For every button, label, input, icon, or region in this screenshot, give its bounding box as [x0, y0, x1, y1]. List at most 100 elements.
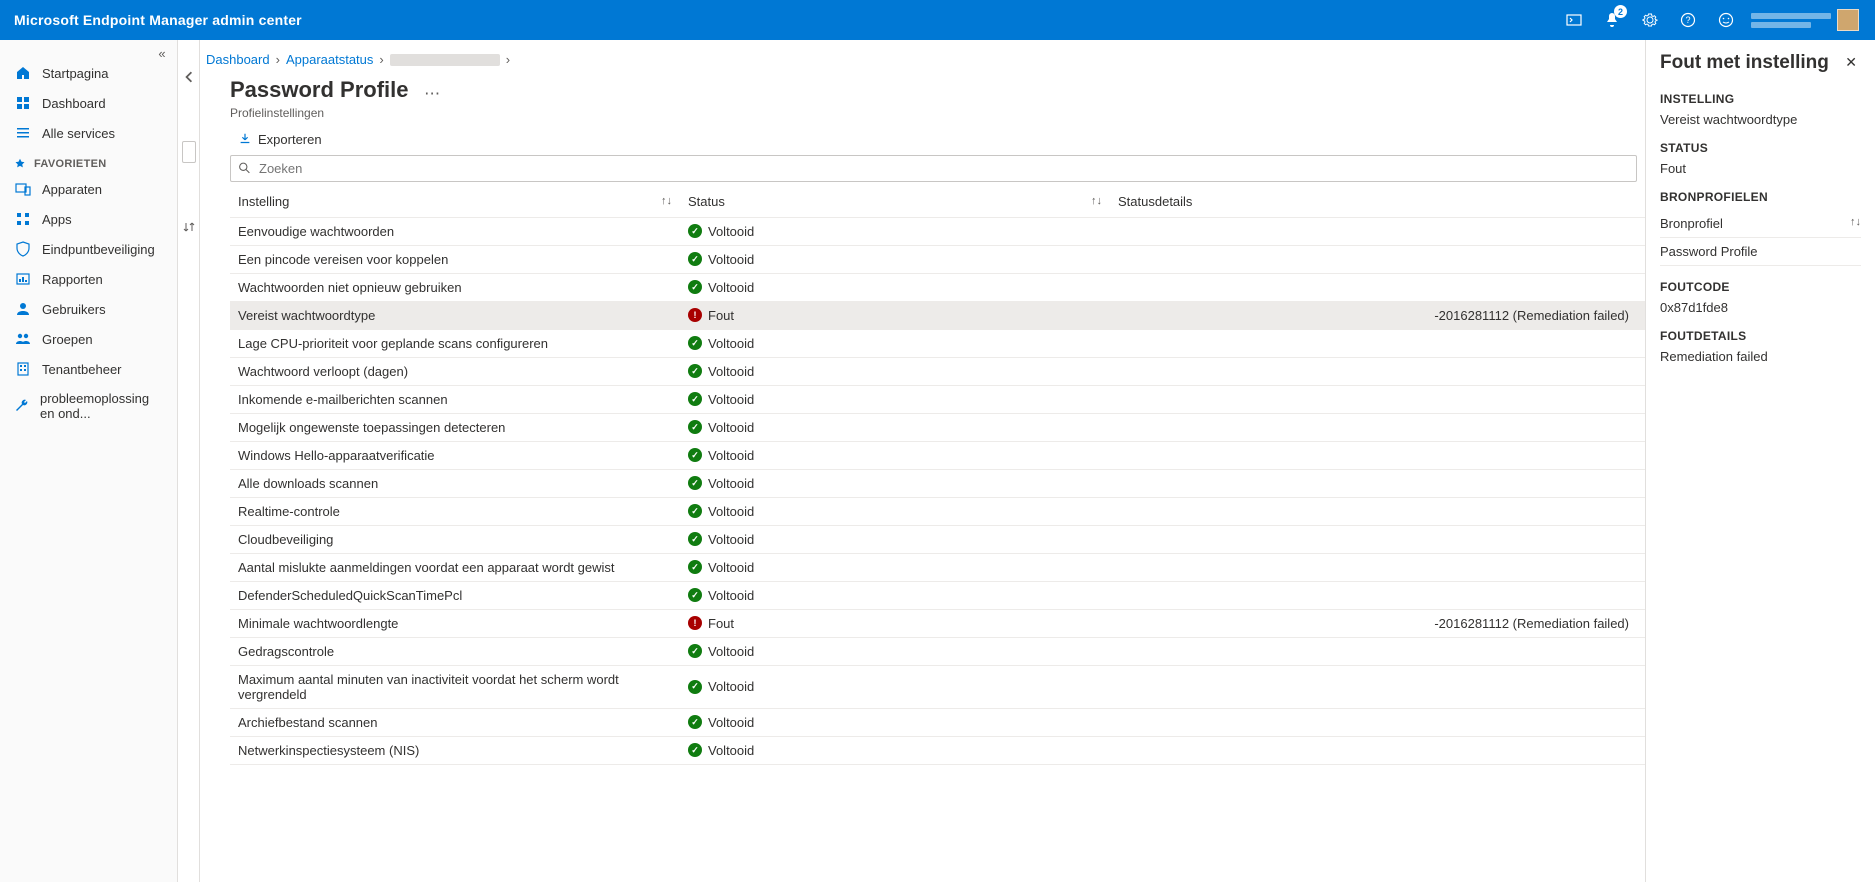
- success-icon: ✓: [688, 336, 702, 350]
- table-row[interactable]: Cloudbeveiliging✓Voltooid: [230, 525, 1645, 553]
- table-row[interactable]: Eenvoudige wachtwoorden✓Voltooid: [230, 217, 1645, 245]
- sidebar-item-apparaten[interactable]: Apparaten: [0, 174, 177, 204]
- feedback-icon[interactable]: [1713, 7, 1739, 33]
- sidebar-collapse-toggle[interactable]: «: [153, 44, 171, 62]
- cell-statusdetails: [1110, 637, 1645, 665]
- sidebar-item-rapporten[interactable]: Rapporten: [0, 264, 177, 294]
- table-row[interactable]: Windows Hello-apparaatverificatie✓Voltoo…: [230, 441, 1645, 469]
- table-row[interactable]: Gedragscontrole✓Voltooid: [230, 637, 1645, 665]
- avatar: [1837, 9, 1859, 31]
- settings-table: Instelling↑↓ Status↑↓ Statusdetails Eenv…: [230, 186, 1645, 765]
- detail-status-value: Fout: [1660, 161, 1861, 176]
- cell-instelling: Archiefbestand scannen: [230, 708, 680, 736]
- detail-foutcode-value: 0x87d1fde8: [1660, 300, 1861, 315]
- table-row[interactable]: Mogelijk ongewenste toepassingen detecte…: [230, 413, 1645, 441]
- notification-count: 2: [1614, 5, 1627, 18]
- error-icon: !: [688, 616, 702, 630]
- column-header-instelling[interactable]: Instelling↑↓: [230, 186, 680, 218]
- status-label: Voltooid: [708, 224, 754, 239]
- search-input[interactable]: [230, 155, 1637, 182]
- blade-sort-button[interactable]: [180, 218, 198, 236]
- sidebar-item-label: Gebruikers: [42, 302, 106, 317]
- success-icon: ✓: [688, 420, 702, 434]
- detail-panel: Fout met instelling ✕ INSTELLING Vereist…: [1645, 40, 1875, 882]
- sidebar-item-startpagina[interactable]: Startpagina: [0, 58, 177, 88]
- sidebar-item-probleemoplossing[interactable]: probleemoplossing en ond...: [0, 384, 177, 428]
- table-row[interactable]: Minimale wachtwoordlengte!Fout-201628111…: [230, 609, 1645, 637]
- sort-icon[interactable]: ↑↓: [1850, 216, 1861, 231]
- cloud-shell-icon[interactable]: [1561, 7, 1587, 33]
- cell-status: ✓Voltooid: [680, 441, 1110, 469]
- cell-instelling: Mogelijk ongewenste toepassingen detecte…: [230, 413, 680, 441]
- cell-statusdetails: [1110, 441, 1645, 469]
- help-icon[interactable]: ?: [1675, 7, 1701, 33]
- column-header-statusdetails[interactable]: Statusdetails: [1110, 186, 1645, 218]
- main-content: Dashboard › Apparaatstatus › › Password …: [200, 40, 1875, 882]
- blade-collapse-column: [178, 40, 200, 882]
- cell-statusdetails: [1110, 329, 1645, 357]
- settings-icon[interactable]: [1637, 7, 1663, 33]
- table-row[interactable]: Vereist wachtwoordtype!Fout-2016281112 (…: [230, 301, 1645, 329]
- cell-status: ✓Voltooid: [680, 469, 1110, 497]
- table-row[interactable]: Archiefbestand scannen✓Voltooid: [230, 708, 1645, 736]
- cell-status: ✓Voltooid: [680, 357, 1110, 385]
- status-label: Voltooid: [708, 560, 754, 575]
- sidebar-item-gebruikers[interactable]: Gebruikers: [0, 294, 177, 324]
- close-icon[interactable]: ✕: [1841, 52, 1861, 73]
- table-row[interactable]: Alle downloads scannen✓Voltooid: [230, 469, 1645, 497]
- user-account[interactable]: [1751, 8, 1861, 32]
- cell-status: ✓Voltooid: [680, 581, 1110, 609]
- sidebar-item-tenantbeheer[interactable]: Tenantbeheer: [0, 354, 177, 384]
- sidebar-item-apps[interactable]: Apps: [0, 204, 177, 234]
- table-row[interactable]: Maximum aantal minuten van inactiviteit …: [230, 665, 1645, 708]
- breadcrumb-item[interactable]: Dashboard: [206, 52, 270, 67]
- detail-bronprofiel-row[interactable]: Password Profile: [1660, 238, 1861, 266]
- more-actions-icon[interactable]: ⋯: [424, 86, 440, 103]
- table-row[interactable]: Realtime-controle✓Voltooid: [230, 497, 1645, 525]
- success-icon: ✓: [688, 504, 702, 518]
- cell-instelling: Gedragscontrole: [230, 637, 680, 665]
- sidebar-item-label: Tenantbeheer: [42, 362, 122, 377]
- table-row[interactable]: Lage CPU-prioriteit voor geplande scans …: [230, 329, 1645, 357]
- sidebar-item-label: Apparaten: [42, 182, 102, 197]
- detail-section-header: FOUTCODE: [1660, 280, 1861, 294]
- toolbar: Exporteren: [200, 122, 1645, 155]
- star-icon: [14, 158, 26, 170]
- sidebar-item-alle-services[interactable]: Alle services: [0, 118, 177, 148]
- detail-section-header: BRONPROFIELEN: [1660, 190, 1861, 204]
- cell-instelling: Minimale wachtwoordlengte: [230, 609, 680, 637]
- breadcrumb-item[interactable]: Apparaatstatus: [286, 52, 373, 67]
- export-button[interactable]: Exporteren: [238, 132, 322, 147]
- cell-statusdetails: [1110, 708, 1645, 736]
- status-label: Voltooid: [708, 336, 754, 351]
- sidebar-item-label: Eindpuntbeveiliging: [42, 242, 155, 257]
- table-row[interactable]: DefenderScheduledQuickScanTimePcl✓Voltoo…: [230, 581, 1645, 609]
- sidebar-item-dashboard[interactable]: Dashboard: [0, 88, 177, 118]
- report-icon: [14, 271, 32, 287]
- cell-instelling: Wachtwoorden niet opnieuw gebruiken: [230, 273, 680, 301]
- detail-title: Fout met instelling: [1660, 52, 1829, 74]
- table-row[interactable]: Inkomende e-mailberichten scannen✓Voltoo…: [230, 385, 1645, 413]
- table-row[interactable]: Wachtwoorden niet opnieuw gebruiken✓Volt…: [230, 273, 1645, 301]
- table-row[interactable]: Aantal mislukte aanmeldingen voordat een…: [230, 553, 1645, 581]
- sort-icon[interactable]: ↑↓: [661, 195, 672, 207]
- sidebar-item-groepen[interactable]: Groepen: [0, 324, 177, 354]
- blade-collapsed-indicator[interactable]: [182, 141, 196, 163]
- sidebar-item-eindpuntbeveiliging[interactable]: Eindpuntbeveiliging: [0, 234, 177, 264]
- status-label: Voltooid: [708, 715, 754, 730]
- sort-icon[interactable]: ↑↓: [1091, 195, 1102, 207]
- blade-back-button[interactable]: [180, 68, 198, 86]
- cell-instelling: Netwerkinspectiesysteem (NIS): [230, 736, 680, 764]
- shield-icon: [14, 241, 32, 257]
- table-row[interactable]: Netwerkinspectiesysteem (NIS)✓Voltooid: [230, 736, 1645, 764]
- cell-statusdetails: -2016281112 (Remediation failed): [1110, 301, 1645, 329]
- notifications-icon[interactable]: 2: [1599, 7, 1625, 33]
- detail-bronprofiel-header[interactable]: Bronprofiel ↑↓: [1660, 210, 1861, 238]
- column-header-status[interactable]: Status↑↓: [680, 186, 1110, 218]
- table-row[interactable]: Een pincode vereisen voor koppelen✓Volto…: [230, 245, 1645, 273]
- cell-status: !Fout: [680, 609, 1110, 637]
- success-icon: ✓: [688, 364, 702, 378]
- cell-status: !Fout: [680, 301, 1110, 329]
- cell-status: ✓Voltooid: [680, 665, 1110, 708]
- table-row[interactable]: Wachtwoord verloopt (dagen)✓Voltooid: [230, 357, 1645, 385]
